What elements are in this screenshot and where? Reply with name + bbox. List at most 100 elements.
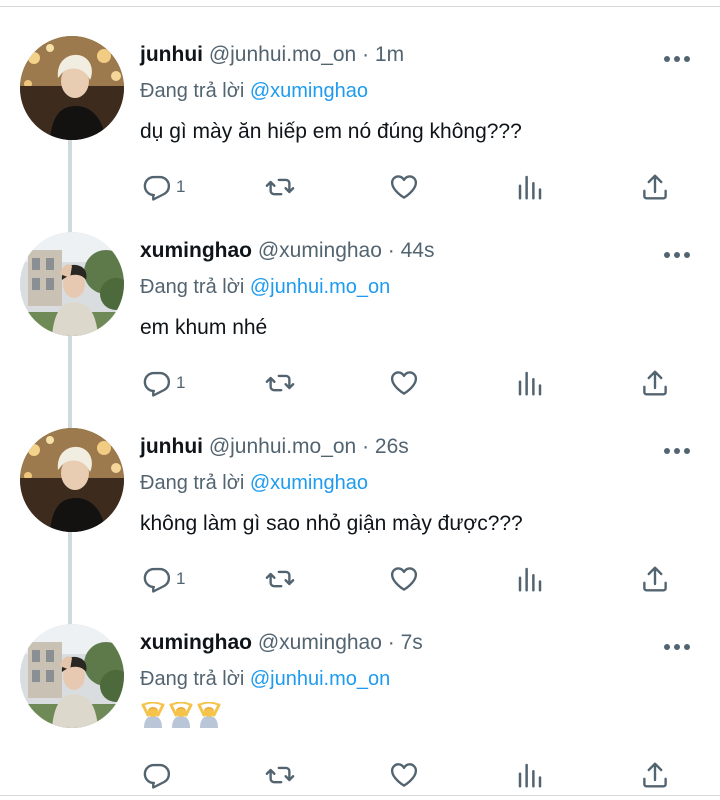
action-bar [140,758,700,794]
separator-dot: · [362,435,375,458]
like-button[interactable] [388,758,420,792]
more-icon[interactable] [664,250,690,260]
like-button[interactable] [388,170,420,204]
avatar-xuminghao [20,624,124,728]
views-icon [515,564,545,594]
tweet-text: em khum nhé [140,316,268,339]
tweet[interactable]: junhui @junhui.mo_on · 26s Đang trả lời … [0,400,720,596]
retweet-button[interactable] [264,170,296,204]
like-button[interactable] [388,562,420,596]
like-button[interactable] [388,366,420,400]
bottom-divider [0,795,720,796]
user-handle[interactable]: @xuminghao [258,239,382,262]
person-gesturing-ok-emoji [196,702,222,728]
like-icon [388,760,420,790]
top-divider [0,6,720,7]
timestamp[interactable]: 26s [375,435,409,458]
retweet-icon [264,760,296,790]
views-icon [515,760,545,790]
tweet-text: không làm gì sao nhỏ giận mày được??? [140,512,523,535]
reply-prefix: Đang trả lời [140,472,245,494]
reply-prefix: Đang trả lời [140,80,245,102]
avatar-junhui [20,428,124,532]
reply-context: Đang trả lời @junhui.mo_on [140,668,390,691]
retweet-button[interactable] [264,562,296,596]
separator-dot: · [387,239,401,262]
views-button[interactable] [515,170,545,204]
share-button[interactable] [640,366,670,400]
reply-button[interactable]: 1 [142,366,185,400]
reply-icon [142,760,172,790]
reply-context: Đang trả lời @junhui.mo_on [140,276,390,299]
user-handle[interactable]: @junhui.mo_on [209,43,356,66]
share-button[interactable] [640,170,670,204]
tweet-header: junhui @junhui.mo_on · 1m [140,43,404,67]
reply-count: 1 [176,373,186,392]
action-bar: 1 [140,170,700,206]
reply-count: 1 [176,569,186,588]
more-icon[interactable] [664,446,690,456]
like-icon [388,172,420,202]
reply-button[interactable]: 1 [142,562,185,596]
user-handle[interactable]: @xuminghao [258,631,382,654]
views-button[interactable] [515,562,545,596]
user-handle[interactable]: @junhui.mo_on [209,435,356,458]
reply-count: 1 [176,177,186,196]
tweet-header: xuminghao @xuminghao · 44s [140,239,434,263]
separator-dot: · [362,43,375,66]
timestamp[interactable]: 44s [401,239,435,262]
display-name[interactable]: junhui [140,435,203,458]
reply-to-link[interactable]: @xuminghao [250,80,368,102]
more-icon[interactable] [664,642,690,652]
tweet[interactable]: junhui @junhui.mo_on · 1m Đang trả lời @… [0,8,720,204]
retweet-button[interactable] [264,366,296,400]
share-icon [640,172,670,202]
reply-button[interactable]: 1 [142,170,185,204]
share-icon [640,564,670,594]
display-name[interactable]: xuminghao [140,631,252,654]
like-icon [388,564,420,594]
tweet[interactable]: xuminghao @xuminghao · 7s Đang trả lời @… [0,596,720,792]
share-icon [640,368,670,398]
share-button[interactable] [640,758,670,792]
avatar[interactable] [20,36,124,140]
display-name[interactable]: xuminghao [140,239,252,262]
reply-icon [142,564,172,594]
share-icon [640,760,670,790]
tweet-text: dụ gì mày ăn hiếp em nó đúng không??? [140,120,522,143]
action-bar: 1 [140,562,700,598]
views-icon [515,172,545,202]
reply-prefix: Đang trả lời [140,668,245,690]
tweet-header: xuminghao @xuminghao · 7s [140,631,423,655]
views-icon [515,368,545,398]
reply-context: Đang trả lời @xuminghao [140,472,368,495]
avatar[interactable] [20,232,124,336]
tweet[interactable]: xuminghao @xuminghao · 44s Đang trả lời … [0,204,720,400]
reply-icon [142,172,172,202]
reply-prefix: Đang trả lời [140,276,245,298]
retweet-button[interactable] [264,758,296,792]
reply-to-link[interactable]: @junhui.mo_on [250,276,390,298]
reply-to-link[interactable]: @junhui.mo_on [250,668,390,690]
more-icon[interactable] [664,54,690,64]
person-gesturing-ok-emoji [140,702,166,728]
reply-to-link[interactable]: @xuminghao [250,472,368,494]
avatar[interactable] [20,428,124,532]
share-button[interactable] [640,562,670,596]
person-gesturing-ok-emoji [168,702,194,728]
action-bar: 1 [140,366,700,402]
reply-icon [142,368,172,398]
views-button[interactable] [515,366,545,400]
tweet-header: junhui @junhui.mo_on · 26s [140,435,409,459]
like-icon [388,368,420,398]
reply-button[interactable] [142,758,172,792]
avatar[interactable] [20,624,124,728]
views-button[interactable] [515,758,545,792]
avatar-junhui [20,36,124,140]
timestamp[interactable]: 7s [401,631,423,654]
timestamp[interactable]: 1m [375,43,404,66]
reply-context: Đang trả lời @xuminghao [140,80,368,103]
retweet-icon [264,172,296,202]
display-name[interactable]: junhui [140,43,203,66]
avatar-xuminghao [20,232,124,336]
